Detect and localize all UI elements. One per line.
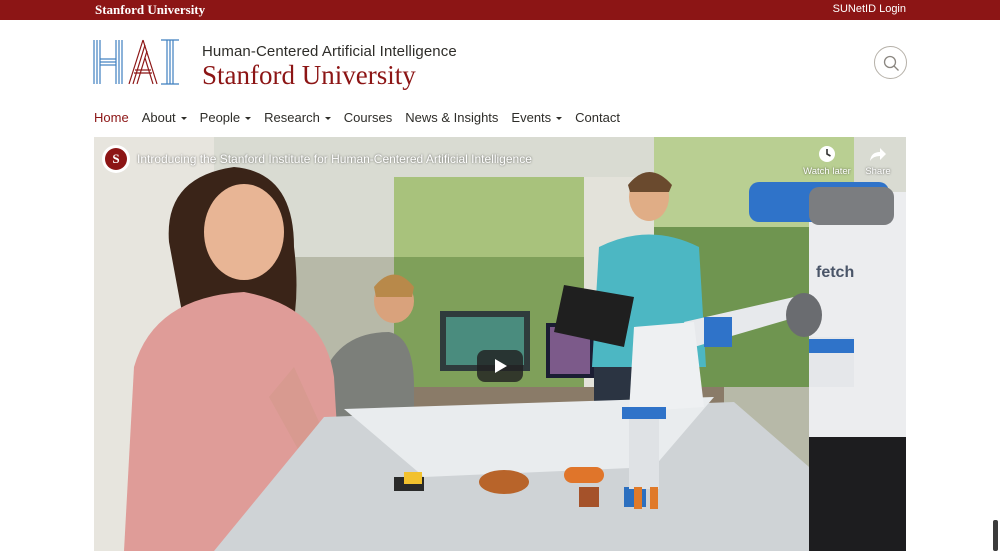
logo-subtitle[interactable]: Human-Centered Artificial Intelligence xyxy=(202,43,457,60)
nav-contact[interactable]: Contact xyxy=(575,108,620,126)
play-icon xyxy=(495,359,507,373)
chevron-down-icon xyxy=(180,116,187,120)
stanford-university-link[interactable]: Stanford University xyxy=(95,2,205,18)
nav-people[interactable]: People xyxy=(199,108,252,126)
nav-events-label: Events xyxy=(511,109,552,125)
nav-research[interactable]: Research xyxy=(264,108,331,126)
watch-later-button[interactable]: Watch later xyxy=(802,145,852,177)
nav-home[interactable]: Home xyxy=(94,108,129,126)
watch-later-label: Watch later xyxy=(803,166,851,177)
nav-about[interactable]: About xyxy=(142,108,187,126)
nav-contact-label: Contact xyxy=(575,109,620,125)
nav-about-label: About xyxy=(141,109,176,125)
nav-courses[interactable]: Courses xyxy=(344,108,392,126)
nav-events[interactable]: Events xyxy=(511,108,563,126)
intro-video-player[interactable]: fetch S Introducing the Stanford Institu… xyxy=(94,137,906,551)
nav-people-label: People xyxy=(199,109,241,125)
nav-home-label: Home xyxy=(94,109,129,125)
clock-icon xyxy=(819,146,835,162)
video-thumbnail: fetch xyxy=(94,137,906,551)
share-label: Share xyxy=(865,166,891,177)
nav-news-insights[interactable]: News & Insights xyxy=(405,108,498,126)
main-nav: Home About People Research Courses News … xyxy=(94,108,633,126)
hai-logo-mark[interactable] xyxy=(93,39,191,85)
channel-avatar-letter: S xyxy=(105,148,127,170)
robot-brand-text: fetch xyxy=(816,264,854,281)
logo-university[interactable]: Stanford University xyxy=(202,60,416,91)
channel-avatar[interactable]: S xyxy=(102,145,130,173)
play-button[interactable] xyxy=(477,350,523,382)
share-icon xyxy=(870,148,886,161)
share-button[interactable]: Share xyxy=(853,145,903,177)
sunetid-login-link[interactable]: SUNetID Login xyxy=(833,3,906,15)
chevron-down-icon xyxy=(556,116,563,120)
video-title[interactable]: Introducing the Stanford Institute for H… xyxy=(137,152,532,166)
page-scrollbar[interactable] xyxy=(993,520,998,551)
nav-research-label: Research xyxy=(264,109,320,125)
search-button[interactable] xyxy=(874,46,907,79)
search-icon xyxy=(883,55,899,71)
nav-courses-label: Courses xyxy=(343,109,393,125)
chevron-down-icon xyxy=(245,116,252,120)
stanford-top-bar: Stanford University SUNetID Login xyxy=(0,0,1000,20)
nav-news-label: News & Insights xyxy=(405,109,499,125)
chevron-down-icon xyxy=(324,116,331,120)
